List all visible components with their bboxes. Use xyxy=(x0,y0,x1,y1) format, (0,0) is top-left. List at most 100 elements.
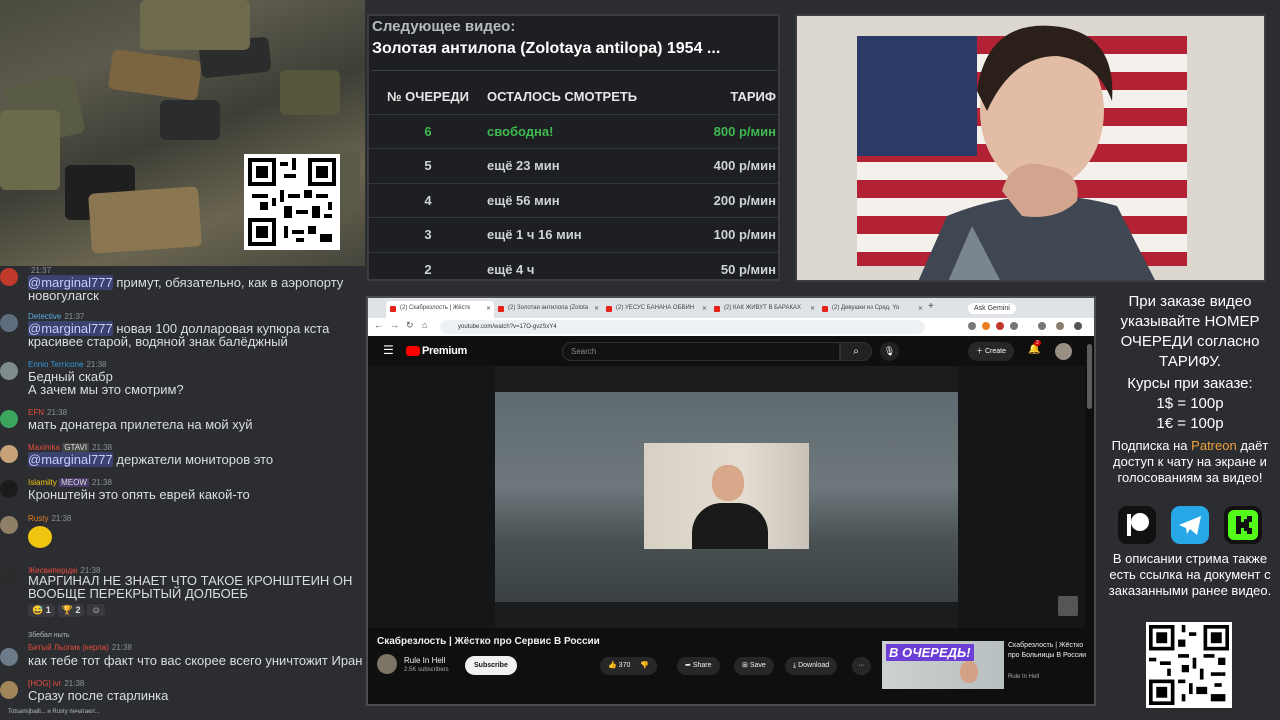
reaction[interactable]: 😅 1 xyxy=(28,604,55,617)
description-text: В описании стрима также есть ссылка на д… xyxy=(1108,551,1272,598)
share-button[interactable]: ➦ Share xyxy=(677,657,720,675)
extension-icon[interactable] xyxy=(996,322,1004,330)
reply-preview[interactable]: Збебал ныть xyxy=(28,632,70,639)
video-player[interactable] xyxy=(368,366,1085,628)
search-icon[interactable]: ⌕ xyxy=(840,342,872,361)
ask-gemini-button[interactable]: Ask Gemini xyxy=(968,303,1016,314)
browser-tab[interactable]: (2) Девушки из Сред. Yo ✕ xyxy=(818,301,926,318)
chat-username[interactable]: Ennio Terricone xyxy=(28,360,83,369)
mention[interactable]: @marginal777 xyxy=(28,452,113,467)
queue-row: 5 ещё 23 мин 400 р/мин xyxy=(369,148,778,183)
chat-username[interactable]: Islamilty xyxy=(28,478,57,487)
divider xyxy=(372,70,777,71)
queue-remaining: ещё 23 мин xyxy=(487,148,691,183)
queue-table: № ОЧЕРЕДИ ОСТАЛОСЬ СМОТРЕТЬ ТАРИФ 6 своб… xyxy=(369,80,778,279)
subscribe-button[interactable]: Subscribe xyxy=(465,656,517,675)
chat-username[interactable]: Битый Льопик (керла) xyxy=(28,643,109,652)
chat-username[interactable]: EFN xyxy=(28,408,44,417)
thumbnail-face xyxy=(960,661,978,683)
chat-time: 21:38 xyxy=(51,514,72,523)
kick-icon[interactable] xyxy=(1224,506,1262,544)
player-pillar-right xyxy=(958,366,1085,628)
reload-icon[interactable]: ↻ xyxy=(406,320,414,331)
chat-meta: Islamilty MEOW 21:38 xyxy=(28,478,112,487)
reaction[interactable]: 🏆 2 xyxy=(57,604,85,617)
microphone-icon[interactable]: 🎙 xyxy=(880,342,899,361)
address-bar[interactable]: youtube.com/watch?v=17O-gvzSxY4 xyxy=(440,320,925,334)
hamburger-menu-icon[interactable]: ☰ xyxy=(383,343,394,357)
youtube-favicon-icon xyxy=(822,306,828,312)
profile-icon[interactable] xyxy=(1056,322,1064,330)
chat-meta: Rusty 21:38 xyxy=(28,514,71,523)
scrollbar[interactable] xyxy=(1087,344,1092,409)
patreon-icon[interactable] xyxy=(1118,506,1156,544)
telegram-icon[interactable] xyxy=(1171,506,1209,544)
close-icon[interactable]: ✕ xyxy=(702,305,707,312)
avatar[interactable] xyxy=(1055,343,1072,360)
patreon-link[interactable]: Patreon xyxy=(1191,438,1237,453)
channel-avatar[interactable] xyxy=(377,654,397,674)
rate-eur: 1€ = 100р xyxy=(1156,415,1224,432)
recommended-channel[interactable]: Rule In Hell xyxy=(1008,674,1039,680)
thumbs-down-icon[interactable]: 👎 xyxy=(640,662,649,669)
download-button[interactable]: ⤓ Download xyxy=(785,657,838,675)
close-icon[interactable]: ✕ xyxy=(810,305,815,312)
chat-username[interactable]: Detective xyxy=(28,312,61,321)
chat-time: 21:38 xyxy=(91,478,112,487)
queue-number: 4 xyxy=(369,182,487,218)
recommended-thumbnail[interactable]: В ОЧЕРЕДЬ! xyxy=(882,641,1004,689)
sidebar-icon[interactable] xyxy=(1038,322,1046,330)
chat-panel: 21:37 @marginal777 примут, обязательно, … xyxy=(0,266,365,720)
chat-body: Кронштейн это опять еврей какой-то xyxy=(28,487,250,502)
browser-tab[interactable]: (2) Золотая антилопа (Zolota ✕ xyxy=(494,301,602,318)
webcam-scene xyxy=(797,16,1264,280)
close-icon[interactable]: ✕ xyxy=(486,305,491,312)
qr-code[interactable] xyxy=(1146,622,1232,708)
youtube-header: ☰ Premium Search ⌕ 🎙 ＋ Create 🔔 2 xyxy=(368,336,1094,366)
menu-icon[interactable] xyxy=(1074,322,1082,330)
close-icon[interactable]: ✕ xyxy=(918,305,923,312)
extension-icon[interactable] xyxy=(982,322,990,330)
forward-icon[interactable]: → xyxy=(390,320,399,330)
youtube-favicon-icon xyxy=(606,306,612,312)
next-video-title: Золотая антилопа (Zolotaya antilopa) 195… xyxy=(372,40,721,57)
chat-username[interactable]: Rusty xyxy=(28,514,48,523)
extension-icon[interactable] xyxy=(968,322,976,330)
save-button[interactable]: ⊞ Save xyxy=(734,657,774,675)
channel-name[interactable]: Rule In Hell xyxy=(404,656,445,665)
new-tab-button[interactable]: + xyxy=(928,301,934,312)
browser-tab[interactable]: (2) Скабрезлость | Жёстк ✕ xyxy=(386,301,494,318)
youtube-logo-icon[interactable] xyxy=(406,346,420,356)
add-reaction-icon[interactable]: ☺ xyxy=(87,604,105,616)
video-frame[interactable] xyxy=(495,392,958,602)
chat-time: 21:37 xyxy=(64,312,85,321)
create-button[interactable]: ＋ Create xyxy=(968,342,1014,361)
miniplayer-thumbnail-icon[interactable] xyxy=(1058,596,1078,616)
next-video-label: Следующее видео: xyxy=(372,18,516,35)
search-input[interactable]: Search xyxy=(562,342,840,361)
chat-username[interactable]: Maximka xyxy=(28,443,60,452)
back-icon[interactable]: ← xyxy=(374,320,383,330)
extension-icon[interactable] xyxy=(1010,322,1018,330)
avatar xyxy=(0,445,18,463)
avatar xyxy=(0,480,18,498)
chat-username[interactable]: [HOG] ivr xyxy=(28,679,61,688)
home-icon[interactable]: ⌂ xyxy=(422,320,427,330)
queue-row: 2 ещё 4 ч 50 р/мин xyxy=(369,251,778,279)
queue-row: 6 свободна! 800 р/мин xyxy=(369,113,778,149)
tab-title: (2) Золотая антилопа (Zolota xyxy=(508,305,589,311)
video-facecam xyxy=(644,443,809,549)
close-icon[interactable]: ✕ xyxy=(594,305,599,312)
browser-tab[interactable]: (2) КАК ЖИВУТ В БАРАКАХ ✕ xyxy=(710,301,818,318)
queue-rate: 400 р/мин xyxy=(690,148,778,183)
avatar xyxy=(0,362,18,380)
queue-rate: 200 р/мин xyxy=(690,182,778,218)
more-actions-button[interactable]: ··· xyxy=(852,657,871,675)
recommended-title[interactable]: Скабрезлость | Жёстко про Больницы В Рос… xyxy=(1008,641,1088,661)
chat-time: 21:38 xyxy=(86,360,107,369)
video-title: Скабрезлость | Жёстко про Сервис В Росси… xyxy=(377,636,600,647)
like-button[interactable]: 👍 370 👎 xyxy=(600,657,658,675)
youtube-premium-logo[interactable]: Premium xyxy=(422,345,467,357)
user-badge: MEOW xyxy=(59,478,89,487)
browser-tab[interactable]: (2) УЕСУС БАНАНА ОБВИН ✕ xyxy=(602,301,710,318)
